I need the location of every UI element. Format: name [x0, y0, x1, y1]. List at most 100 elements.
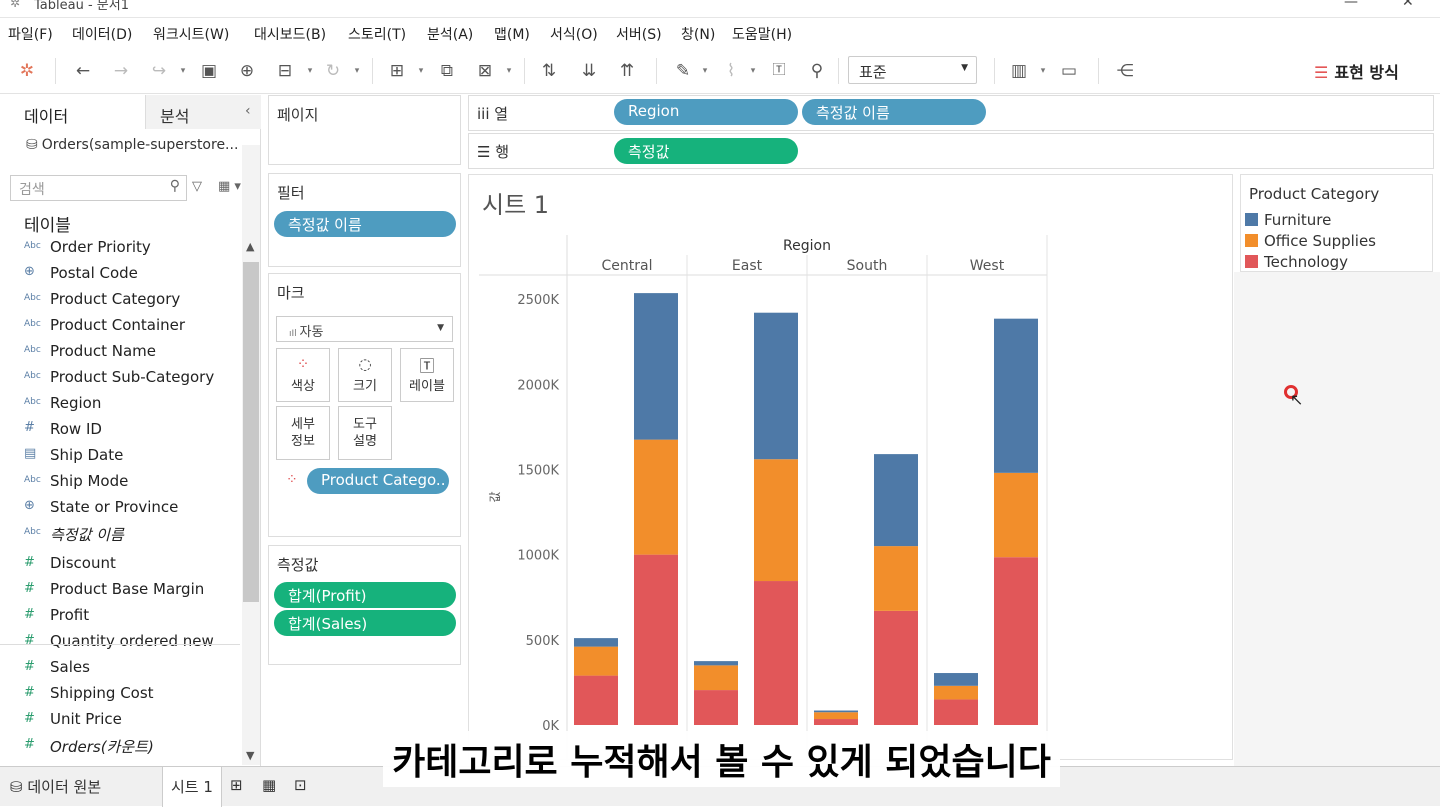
bar-segment-central-profit-office-supplies[interactable]: [574, 646, 618, 676]
field-item[interactable]: ⊕ State or Province: [0, 496, 240, 522]
replay-dropdown-icon[interactable]: ▾: [178, 60, 188, 82]
menu-story[interactable]: 스토리(T): [348, 24, 406, 44]
refresh-icon[interactable]: ↻: [322, 60, 344, 82]
group-icon[interactable]: ⌇: [720, 60, 742, 82]
show-me-button[interactable]: ☰ 표현 방식: [1314, 59, 1399, 83]
data-source-item[interactable]: ⛁ Orders(sample-superstore...: [26, 137, 238, 153]
new-story-tab-icon[interactable]: ⊡: [294, 776, 307, 794]
fit-select[interactable]: 표준 ▼: [848, 56, 977, 84]
legend-item-furniture[interactable]: Furniture: [1245, 211, 1331, 229]
bar-segment-east-profit-office-supplies[interactable]: [694, 665, 738, 691]
new-datasource-icon[interactable]: ⊕: [236, 60, 258, 82]
sort-descending-icon[interactable]: ⇈: [616, 60, 638, 82]
mark-type-select[interactable]: ıIl 자동 ▼: [276, 316, 453, 342]
marks-tooltip-button[interactable]: 도구 설명: [338, 406, 392, 460]
bar-segment-west-sales-office-supplies[interactable]: [994, 472, 1038, 558]
bar-segment-west-profit-furniture[interactable]: [934, 673, 978, 686]
menu-server[interactable]: 서버(S): [616, 24, 662, 44]
menu-analysis[interactable]: 분석(A): [427, 24, 473, 44]
highlight-dropdown-icon[interactable]: ▾: [700, 60, 710, 82]
bar-segment-central-sales-technology[interactable]: [634, 554, 678, 725]
bar-segment-central-profit-furniture[interactable]: [574, 638, 618, 647]
bar-segment-east-sales-office-supplies[interactable]: [754, 459, 798, 582]
new-worksheet-icon[interactable]: ⊞: [386, 60, 408, 82]
bar-segment-south-profit-office-supplies[interactable]: [814, 712, 858, 720]
field-item[interactable]: Abc Region: [0, 392, 240, 418]
bar-segment-south-sales-office-supplies[interactable]: [874, 546, 918, 611]
menu-data[interactable]: 데이터(D): [72, 24, 132, 44]
field-item[interactable]: Abc Product Sub-Category: [0, 366, 240, 392]
menu-map[interactable]: 맵(M): [494, 24, 530, 44]
pause-dropdown-icon[interactable]: ▾: [305, 60, 315, 82]
row-pill-measure-values[interactable]: 측정값: [614, 138, 798, 164]
color-pill-product-category[interactable]: Product Catego..: [307, 468, 449, 494]
data-source-tab[interactable]: ⛁ 데이터 원본: [10, 776, 101, 797]
field-item[interactable]: # Row ID: [0, 418, 240, 444]
field-search-input[interactable]: 검색 ⚲: [10, 175, 187, 201]
bar-segment-south-sales-furniture[interactable]: [874, 454, 918, 547]
bar-segment-central-profit-technology[interactable]: [574, 675, 618, 725]
undo-icon[interactable]: ←: [72, 60, 94, 82]
bar-segment-west-profit-technology[interactable]: [934, 699, 978, 725]
field-item[interactable]: Abc Ship Mode: [0, 470, 240, 496]
marks-color-button[interactable]: ⁘ 색상: [276, 348, 330, 402]
new-dashboard-tab-icon[interactable]: ▦: [262, 776, 276, 794]
refresh-dropdown-icon[interactable]: ▾: [352, 60, 362, 82]
field-item[interactable]: Abc Product Name: [0, 340, 240, 366]
bar-segment-west-profit-office-supplies[interactable]: [934, 685, 978, 700]
close-icon[interactable]: ✕: [1402, 0, 1414, 10]
filter-fields-icon[interactable]: ▽: [192, 179, 202, 194]
legend-item-office-supplies[interactable]: Office Supplies: [1245, 232, 1376, 250]
new-worksheet-tab-icon[interactable]: ⊞: [230, 776, 243, 794]
visualization-area[interactable]: 시트 1 Region 값 Central East South West 0K 500K…: [468, 174, 1234, 761]
field-item[interactable]: # Orders(카운트): [0, 734, 240, 760]
field-item[interactable]: ▤ Ship Date: [0, 444, 240, 470]
tab-data[interactable]: 데이터: [24, 103, 68, 127]
bar-segment-south-sales-technology[interactable]: [874, 610, 918, 725]
bar-segment-east-profit-furniture[interactable]: [694, 661, 738, 666]
bar-segment-east-profit-technology[interactable]: [694, 690, 738, 725]
rows-shelf[interactable]: ☰ 행: [468, 133, 1434, 169]
field-item[interactable]: Abc Product Category: [0, 288, 240, 314]
bar-segment-south-profit-furniture[interactable]: [814, 710, 858, 713]
redo-icon[interactable]: →: [110, 60, 132, 82]
bar-segment-east-sales-furniture[interactable]: [754, 312, 798, 460]
marks-label-button[interactable]: 🅃 레이블: [400, 348, 454, 402]
bar-segment-south-profit-technology[interactable]: [814, 719, 858, 725]
replay-icon[interactable]: ↪: [148, 60, 170, 82]
column-pill-measure-names[interactable]: 측정값 이름: [802, 99, 986, 125]
legend-item-technology[interactable]: Technology: [1245, 253, 1348, 271]
duplicate-sheet-icon[interactable]: ⧉: [436, 60, 458, 82]
marks-size-button[interactable]: ◌ 크기: [338, 348, 392, 402]
measure-pill-sales[interactable]: 합계(Sales): [274, 610, 456, 636]
field-item[interactable]: Abc 측정값 이름: [0, 522, 240, 548]
save-icon[interactable]: ▣: [198, 60, 220, 82]
bar-segment-central-sales-furniture[interactable]: [634, 293, 678, 440]
field-item[interactable]: ⊕ Postal Code: [0, 262, 240, 288]
group-dropdown-icon[interactable]: ▾: [748, 60, 758, 82]
pause-updates-icon[interactable]: ⊟: [274, 60, 296, 82]
stacked-bar-chart[interactable]: 시트 1 Region 값 Central East South West0K500K…: [469, 175, 1234, 761]
column-pill-region[interactable]: Region: [614, 99, 798, 125]
view-options-icon[interactable]: ▦ ▾: [218, 179, 241, 194]
tableau-home-icon[interactable]: ✲: [16, 60, 38, 82]
sheet-tab-1[interactable]: 시트 1: [162, 767, 222, 807]
bar-segment-west-sales-technology[interactable]: [994, 557, 1038, 725]
new-sheet-dropdown-icon[interactable]: ▾: [416, 60, 426, 82]
field-item[interactable]: # Sales: [0, 656, 240, 682]
field-list-scroll-thumb[interactable]: [243, 262, 259, 602]
scroll-down-icon[interactable]: ▼: [246, 749, 254, 762]
menu-worksheet[interactable]: 워크시트(W): [153, 24, 229, 44]
presentation-mode-icon[interactable]: ▭: [1058, 60, 1080, 82]
field-item[interactable]: # Unit Price: [0, 708, 240, 734]
minimize-icon[interactable]: —: [1344, 0, 1358, 10]
field-item[interactable]: # Shipping Cost: [0, 682, 240, 708]
menu-window[interactable]: 창(N): [681, 24, 715, 44]
menu-format[interactable]: 서식(O): [550, 24, 598, 44]
tab-analysis[interactable]: 분석: [160, 103, 189, 127]
highlight-icon[interactable]: ✎: [672, 60, 694, 82]
pages-shelf[interactable]: 페이지: [268, 95, 461, 165]
field-item[interactable]: Abc Order Priority: [0, 236, 240, 262]
clear-sheet-icon[interactable]: ⊠: [474, 60, 496, 82]
clear-dropdown-icon[interactable]: ▾: [504, 60, 514, 82]
